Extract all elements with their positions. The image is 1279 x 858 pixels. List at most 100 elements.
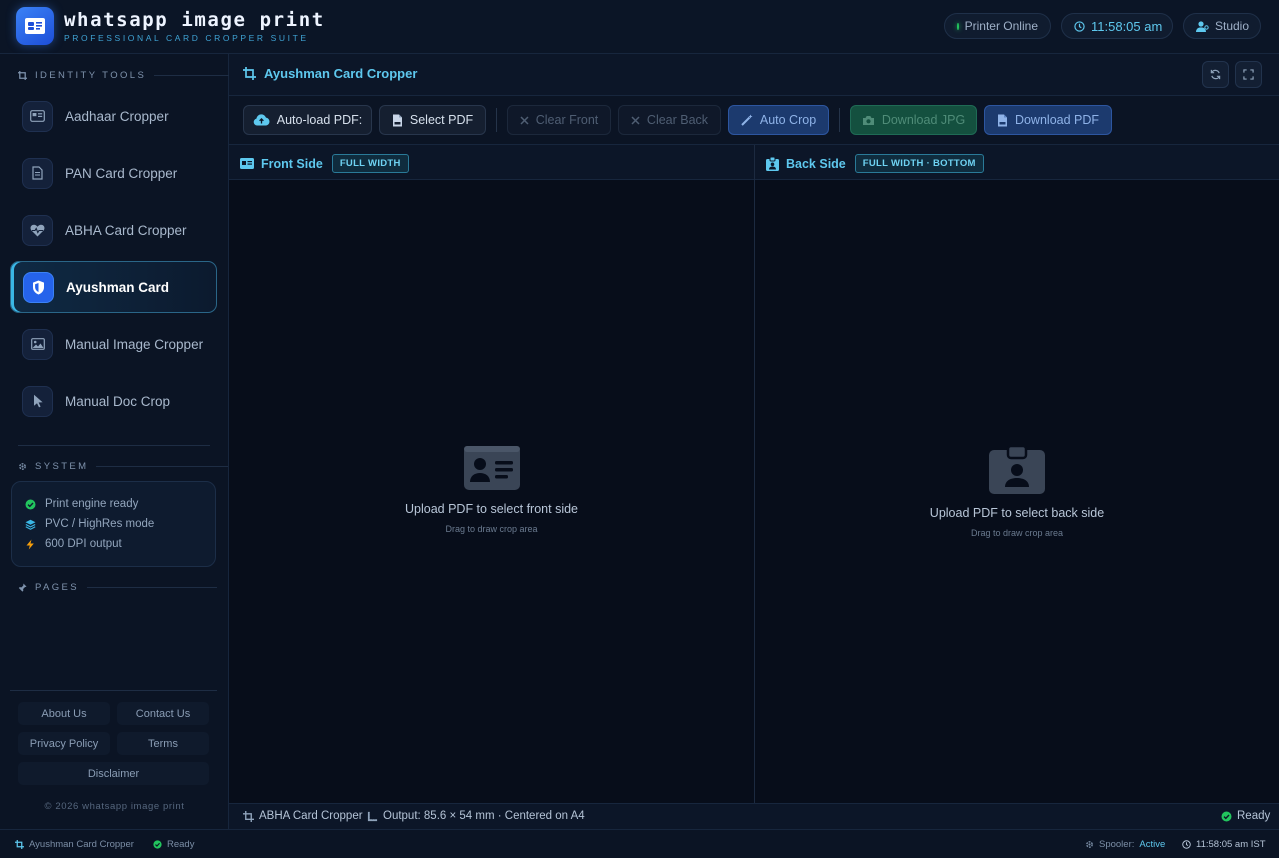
check-circle-icon: [25, 499, 36, 510]
auto-crop-button[interactable]: Auto Crop: [728, 105, 829, 135]
sidebar: IDENTITY TOOLS Aadhaar Cropper PAN Card …: [0, 54, 233, 829]
bottom-status-bar: Ayushman Card Cropper Ready Spooler: Act…: [0, 829, 1279, 858]
refresh-icon: [1210, 69, 1221, 80]
crop-icon: [18, 71, 27, 80]
privacy-policy-link[interactable]: Privacy Policy: [18, 732, 110, 755]
back-placeholder-hint: Drag to draw crop area: [970, 528, 1064, 538]
pdf-file-icon: [997, 114, 1008, 127]
about-us-link[interactable]: About Us: [18, 702, 110, 725]
pages-heading: PAGES: [18, 582, 218, 593]
brand-title: whatsapp image print: [64, 9, 325, 31]
front-drop-area[interactable]: Upload PDF to select front side Drag to …: [229, 180, 754, 803]
id-card-icon: [24, 17, 46, 35]
ruler-icon: [367, 811, 378, 822]
clock-icon: [1074, 20, 1085, 32]
clock-icon: [1182, 840, 1191, 849]
clear-back-button[interactable]: Clear Back: [618, 105, 721, 135]
check-circle-icon: [153, 840, 162, 849]
sidebar-item-pan[interactable]: PAN Card Cropper: [10, 147, 217, 199]
system-status-box: Print engine ready PVC / HighRes mode 60…: [11, 481, 216, 567]
system-row: PVC / HighRes mode: [25, 514, 215, 534]
close-icon: [631, 115, 640, 125]
id-badge-icon: [766, 156, 779, 171]
download-jpg-button[interactable]: Download JPG: [850, 105, 977, 135]
sidebar-item-aadhaar[interactable]: Aadhaar Cropper: [10, 90, 217, 142]
page-title-text: Ayushman Card Cropper: [264, 66, 418, 81]
front-placeholder-text: Upload PDF to select front side: [405, 502, 578, 516]
fullscreen-button[interactable]: [1235, 61, 1262, 88]
front-pane-header: Front Side FULL WIDTH: [229, 145, 754, 180]
heading-rule: [154, 75, 233, 76]
sidebar-item-label: Manual Image Cropper: [65, 336, 204, 352]
back-width-badge: FULL WIDTH · BOTTOM: [854, 154, 984, 173]
sidebar-item-label: ABHA Card Cropper: [65, 222, 187, 238]
crop-icon: [243, 67, 256, 80]
spooler-value: Active: [1139, 839, 1166, 850]
id-card-large-icon: [463, 446, 520, 490]
download-pdf-label: Download PDF: [1014, 113, 1100, 127]
system-row: 600 DPI output: [25, 534, 215, 554]
crop-icon: [243, 810, 254, 822]
active-tool-label: Ayushman Card Cropper: [29, 839, 134, 850]
spooler-label: Spooler:: [1099, 839, 1135, 850]
layers-icon: [25, 519, 36, 530]
sidebar-item-ayushman[interactable]: Ayushman Card: [10, 261, 217, 313]
bolt-icon: [25, 539, 36, 550]
select-pdf-button[interactable]: Select PDF: [379, 105, 486, 135]
system-row-label: PVC / HighRes mode: [45, 518, 155, 530]
cloud-upload-icon: [253, 114, 270, 126]
sidebar-item-label: Ayushman Card: [66, 279, 170, 295]
workspace-status-bar: ABHA Card Cropper Output: 85.6 × 54 mm ·…: [229, 803, 1279, 829]
camera-icon: [862, 115, 875, 126]
output-size-label: Output: 85.6 × 54 mm · Centered on A4: [383, 810, 585, 822]
refresh-button[interactable]: [1202, 61, 1229, 88]
identity-tools-heading: IDENTITY TOOLS: [18, 70, 233, 81]
pointer-icon: [22, 385, 53, 417]
terms-link[interactable]: Terms: [117, 732, 209, 755]
sidebar-item-abha[interactable]: ABHA Card Cropper: [10, 204, 217, 256]
system-heading: SYSTEM: [18, 461, 229, 472]
toolbar: Auto-load PDF: Select PDF Clear Front Cl…: [229, 96, 1279, 145]
id-badge-large-icon: [989, 446, 1045, 494]
user-gear-icon: [1196, 20, 1209, 32]
disclaimer-link[interactable]: Disclaimer: [18, 762, 209, 785]
sidebar-item-manual-doc[interactable]: Manual Doc Crop: [10, 375, 217, 427]
autoload-pdf-button[interactable]: Auto-load PDF:: [243, 105, 372, 135]
expand-icon: [1243, 69, 1254, 80]
printer-status-pill[interactable]: Printer Online: [944, 13, 1051, 39]
output-size-indicator: Output: 85.6 × 54 mm · Centered on A4: [367, 810, 585, 822]
back-pane-title: Back Side FULL WIDTH · BOTTOM: [766, 154, 984, 173]
magic-wand-icon: [741, 114, 753, 126]
system-row-label: Print engine ready: [45, 498, 139, 510]
id-card-icon: [22, 100, 53, 132]
contact-us-link[interactable]: Contact Us: [117, 702, 209, 725]
front-placeholder: Upload PDF to select front side Drag to …: [229, 446, 754, 534]
app-ready-label: Ready: [167, 839, 195, 850]
heading-rule: [96, 466, 229, 467]
app-ready-indicator: Ready: [153, 839, 194, 850]
current-tool-indicator: ABHA Card Cropper: [243, 810, 363, 822]
crop-icon: [15, 840, 24, 849]
sidebar-item-manual-image[interactable]: Manual Image Cropper: [10, 318, 217, 370]
system-label: SYSTEM: [35, 461, 89, 472]
studio-label: Studio: [1215, 19, 1250, 33]
spooler-indicator: Spooler: Active: [1085, 839, 1165, 850]
identity-tools-label: IDENTITY TOOLS: [35, 70, 147, 81]
main-header: Ayushman Card Cropper: [229, 54, 1279, 96]
id-card-icon: [240, 158, 254, 169]
download-pdf-button[interactable]: Download PDF: [984, 105, 1112, 135]
back-drop-area[interactable]: Upload PDF to select back side Drag to d…: [755, 180, 1279, 803]
footer-divider: [10, 690, 217, 691]
clear-back-label: Clear Back: [646, 113, 709, 127]
heading-rule: [87, 587, 218, 588]
front-placeholder-hint: Drag to draw crop area: [445, 524, 538, 534]
active-tool-indicator: Ayushman Card Cropper: [15, 839, 134, 850]
sidebar-item-label: Aadhaar Cropper: [65, 108, 169, 124]
system-row-label: 600 DPI output: [45, 538, 122, 550]
ready-label: Ready: [1237, 810, 1271, 822]
front-pane-title: Front Side FULL WIDTH: [240, 154, 409, 173]
studio-button[interactable]: Studio: [1183, 13, 1261, 39]
page-title: Ayushman Card Cropper: [243, 66, 417, 81]
clear-front-button[interactable]: Clear Front: [507, 105, 611, 135]
document-icon: [22, 157, 53, 189]
